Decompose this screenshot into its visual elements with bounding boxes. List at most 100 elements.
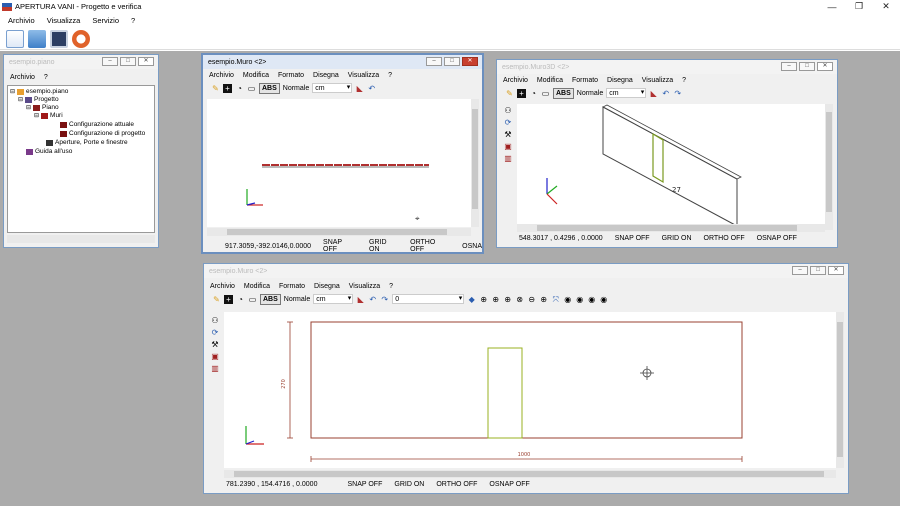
undo-icon[interactable]: ↶ xyxy=(661,89,670,98)
unit-select[interactable]: cm xyxy=(606,88,647,98)
menu-modifica[interactable]: Modifica xyxy=(243,72,269,79)
grid-status[interactable]: GRID ON xyxy=(369,239,398,253)
line-style-label[interactable]: Normale xyxy=(283,85,309,92)
frame-icon[interactable]: ▣ xyxy=(211,352,220,361)
wall-elevation-hscrollbar[interactable] xyxy=(224,470,836,478)
tree-node-config-progetto[interactable]: Configurazione di progetto xyxy=(60,130,145,137)
tree-node-piano[interactable]: ⊟ Piano xyxy=(26,104,59,111)
project-menu-help[interactable]: ? xyxy=(44,74,48,81)
wall-elevation-vscrollbar[interactable] xyxy=(836,312,844,468)
ortho-status[interactable]: ORTHO OFF xyxy=(436,481,477,488)
tools-icon[interactable]: ⚒ xyxy=(504,130,513,139)
pencil-icon[interactable]: ✎ xyxy=(505,89,514,98)
wall-plan-maximize-button[interactable]: □ xyxy=(444,57,460,66)
menu-disegna[interactable]: Disegna xyxy=(607,77,633,84)
redo-icon[interactable]: ↷ xyxy=(380,295,389,304)
project-close-button[interactable]: ✕ xyxy=(138,57,154,66)
grid-status[interactable]: GRID ON xyxy=(662,235,692,242)
wall-elevation-canvas[interactable]: 270 1000 xyxy=(224,312,836,468)
view-top-icon[interactable]: ◉ xyxy=(563,295,572,304)
view-iso-icon[interactable]: ◉ xyxy=(599,295,608,304)
tree-node-progetto[interactable]: ⊟ Progetto xyxy=(18,96,59,103)
pencil-icon[interactable]: ✎ xyxy=(212,295,221,304)
ortho-status[interactable]: ORTHO OFF xyxy=(410,239,450,253)
wall-plan-hscrollbar[interactable] xyxy=(207,228,471,236)
rotate-icon[interactable]: ⟳ xyxy=(504,118,513,127)
save-icon[interactable] xyxy=(50,29,68,48)
zoom-realtime-icon[interactable]: ⊗ xyxy=(515,295,524,304)
menu-help[interactable]: ? xyxy=(682,77,686,84)
abs-toggle-button[interactable]: ABS xyxy=(260,293,281,305)
menu-archivio[interactable]: Archivio xyxy=(503,77,528,84)
menu-formato[interactable]: Formato xyxy=(279,283,305,290)
wall-plan-vscrollbar[interactable] xyxy=(471,99,479,227)
osnap-status[interactable]: OSNAP OFF xyxy=(757,235,797,242)
unit-select[interactable]: cm xyxy=(313,294,354,304)
undo-icon[interactable]: ↶ xyxy=(368,295,377,304)
wall-3d-hscrollbar[interactable] xyxy=(517,224,825,232)
project-maximize-button[interactable]: □ xyxy=(120,57,136,66)
measure-icon[interactable]: ◣ xyxy=(355,84,364,93)
menu-visualizza[interactable]: Visualizza xyxy=(642,77,673,84)
menu-formato[interactable]: Formato xyxy=(278,72,304,79)
help-lifebuoy-icon[interactable] xyxy=(72,29,90,48)
measure-icon[interactable]: ◣ xyxy=(649,89,658,98)
zoom-out-icon[interactable]: ⊖ xyxy=(527,295,536,304)
menu-help[interactable]: ? xyxy=(131,16,135,25)
wall-plan-titlebar[interactable]: esempio.Muro <2> – □ ✕ xyxy=(203,55,482,69)
line-style-label[interactable]: Normale xyxy=(577,90,603,97)
project-minimize-button[interactable]: – xyxy=(102,57,118,66)
abs-toggle-button[interactable]: ABS xyxy=(553,87,574,99)
view-front-icon[interactable]: ◉ xyxy=(575,295,584,304)
menu-modifica[interactable]: Modifica xyxy=(244,283,270,290)
undo-icon[interactable]: ↶ xyxy=(367,84,376,93)
menu-modifica[interactable]: Modifica xyxy=(537,77,563,84)
redo-icon[interactable]: ↷ xyxy=(673,89,682,98)
pencil-icon[interactable]: ✎ xyxy=(211,84,220,93)
osnap-status[interactable]: OSNAP OFF xyxy=(489,481,529,488)
zoom-all-icon[interactable]: ⊕ xyxy=(503,295,512,304)
maximize-button[interactable]: ❐ xyxy=(845,0,873,13)
wall-plan-minimize-button[interactable]: – xyxy=(426,57,442,66)
wall-3d-canvas[interactable]: 27 xyxy=(517,104,825,230)
wall-3d-vscrollbar[interactable] xyxy=(825,104,833,230)
view-icon[interactable]: ⚇ xyxy=(504,106,513,115)
snap-status[interactable]: SNAP OFF xyxy=(323,239,357,253)
door-icon[interactable]: ▥ xyxy=(211,364,220,373)
tools-icon[interactable]: ⚒ xyxy=(211,340,220,349)
snap-status[interactable]: SNAP OFF xyxy=(347,481,382,488)
elevation-maximize-button[interactable]: □ xyxy=(810,266,826,275)
abs-toggle-button[interactable]: ABS xyxy=(259,82,280,94)
wall-elevation-titlebar[interactable]: esempio.Muro <2> – □ ✕ xyxy=(204,264,848,278)
minimize-button[interactable]: — xyxy=(818,0,846,13)
line-style-label[interactable]: Normale xyxy=(284,296,310,303)
rotate-icon[interactable]: ⟳ xyxy=(211,328,220,337)
elevation-minimize-button[interactable]: – xyxy=(792,266,808,275)
measure-icon[interactable]: ◣ xyxy=(356,295,365,304)
menu-disegna[interactable]: Disegna xyxy=(313,72,339,79)
tree-node-guida[interactable]: Guida all'uso xyxy=(26,148,72,155)
new-file-icon[interactable] xyxy=(6,29,24,48)
tree-node-muri[interactable]: ⊟ Muri xyxy=(34,112,63,119)
print-icon[interactable]: ▭ xyxy=(248,295,257,304)
frame-icon[interactable]: ▣ xyxy=(504,142,513,151)
print-icon[interactable]: ▭ xyxy=(247,84,256,93)
grid-status[interactable]: GRID ON xyxy=(394,481,424,488)
tree-node-config-attuale[interactable]: Configurazione attuale xyxy=(60,121,134,128)
menu-visualizza[interactable]: Visualizza xyxy=(349,283,380,290)
print-icon[interactable]: ▭ xyxy=(541,89,550,98)
ortho-status[interactable]: ORTHO OFF xyxy=(704,235,745,242)
project-hscrollbar[interactable] xyxy=(7,235,155,243)
menu-archivio[interactable]: Archivio xyxy=(210,283,235,290)
menu-archivio[interactable]: Archivio xyxy=(209,72,234,79)
wall-plan-canvas[interactable]: ⌖ xyxy=(207,99,471,227)
menu-help[interactable]: ? xyxy=(388,72,392,79)
tree-node-aperture[interactable]: Aperture, Porte e finestre xyxy=(46,139,128,146)
menu-formato[interactable]: Formato xyxy=(572,77,598,84)
menu-visualizza[interactable]: Visualizza xyxy=(47,16,81,25)
menu-help[interactable]: ? xyxy=(389,283,393,290)
project-menu-archivio[interactable]: Archivio xyxy=(10,74,35,81)
menu-servizio[interactable]: Servizio xyxy=(92,16,119,25)
view-icon[interactable]: ⚇ xyxy=(211,316,220,325)
zoom-in-icon[interactable]: ⊕ xyxy=(491,295,500,304)
